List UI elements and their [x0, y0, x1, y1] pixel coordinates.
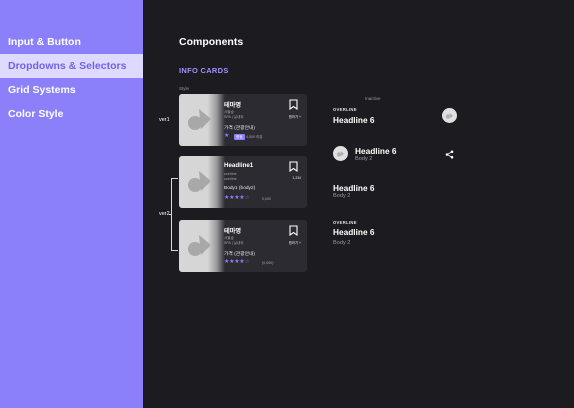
card-thumbnail: [179, 156, 225, 208]
bookmark-label: 찜하기 +: [288, 115, 301, 119]
star-empty-icon: ☆: [244, 259, 250, 265]
sidebar-item-input-button[interactable]: Input & Button: [0, 30, 143, 54]
bookmark-icon[interactable]: [289, 161, 298, 172]
info-card-ver2-a[interactable]: Headline1 overline overline Body1 (body2…: [179, 156, 307, 208]
list-item-overline: OVERLINE: [333, 220, 357, 225]
image-placeholder-icon: [336, 151, 344, 157]
rating-badge: 평점: [234, 134, 245, 140]
card-overline: overline: [224, 172, 237, 176]
star-empty-icon: ☆: [244, 195, 250, 201]
list-item-body: Body 2: [355, 156, 373, 162]
rating-text: (0,000): [262, 261, 274, 265]
card-body: Body1 (body2): [224, 186, 256, 191]
card-body: 가격 (관광안내): [224, 126, 256, 131]
list-item-headline: Headline 6: [333, 183, 375, 193]
rating-text: 0,000: [262, 197, 271, 201]
ver1-label: ver1: [159, 117, 170, 123]
list-item-body: Body 2: [333, 240, 351, 246]
style-label: Style: [179, 86, 190, 91]
bookmark-icon[interactable]: [289, 225, 298, 236]
image-placeholder-icon: [188, 235, 211, 256]
share-icon[interactable]: [445, 150, 454, 159]
list-item-headline: Headline 6: [355, 146, 397, 156]
card-title: 테마명: [224, 102, 242, 109]
info-card-ver2-b[interactable]: 테마명 서울숲 SPA | 실내외 가격 (관광안내) ★★★★☆ (0,000…: [179, 220, 307, 272]
card-overline: overline: [224, 177, 237, 181]
main-content: Components INFO CARDS Style Inactive ver…: [143, 0, 574, 408]
avatar: [333, 146, 348, 161]
star-icon: ★: [224, 133, 230, 139]
card-body: 가격 (관광안내): [224, 252, 256, 257]
sidebar-item-dropdowns-selectors[interactable]: Dropdowns & Selectors: [0, 54, 143, 78]
ver2-bracket: [171, 178, 178, 251]
image-placeholder-icon: [445, 113, 453, 119]
star-rating: ★: [224, 132, 229, 139]
sidebar-item-color-style[interactable]: Color Style: [0, 102, 143, 126]
star-rating: ★★★★☆: [224, 194, 250, 201]
bookmark-label: 찜하기 +: [288, 241, 301, 245]
image-placeholder-icon: [188, 171, 211, 192]
bookmark-icon[interactable]: [289, 99, 298, 110]
card-thumbnail: [179, 220, 225, 272]
ver2-bracket-tip: [169, 214, 172, 215]
card-thumbnail: [179, 94, 225, 146]
sidebar-item-grid-systems[interactable]: Grid Systems: [0, 78, 143, 102]
list-item-headline: Headline 6: [333, 115, 375, 125]
list-item-headline: Headline 6: [333, 227, 375, 237]
inactive-label: Inactive: [365, 96, 381, 101]
page-title: Components: [179, 36, 244, 48]
card-title: 테마명: [224, 228, 242, 235]
info-card-ver1[interactable]: 테마명 서울숲 SPA | 실내외 가격 (관광안내) ★ 평점 4,500 리…: [179, 94, 307, 146]
star-rating: ★★★★☆: [224, 258, 250, 265]
card-title: Headline1: [224, 162, 254, 169]
rating-text: 4,500 리뷰: [246, 135, 263, 139]
sidebar: Input & Button Dropdowns & Selectors Gri…: [0, 0, 143, 408]
card-overline: SPA | 실내외: [224, 115, 244, 119]
card-overline: SPA | 실내외: [224, 241, 244, 245]
list-item-body: Body 2: [333, 193, 351, 199]
bookmark-label: 1,234: [292, 176, 302, 180]
avatar: [442, 108, 457, 123]
image-placeholder-icon: [188, 109, 211, 130]
list-item-overline: OVERLINE: [333, 107, 357, 112]
section-label: INFO CARDS: [179, 66, 229, 75]
